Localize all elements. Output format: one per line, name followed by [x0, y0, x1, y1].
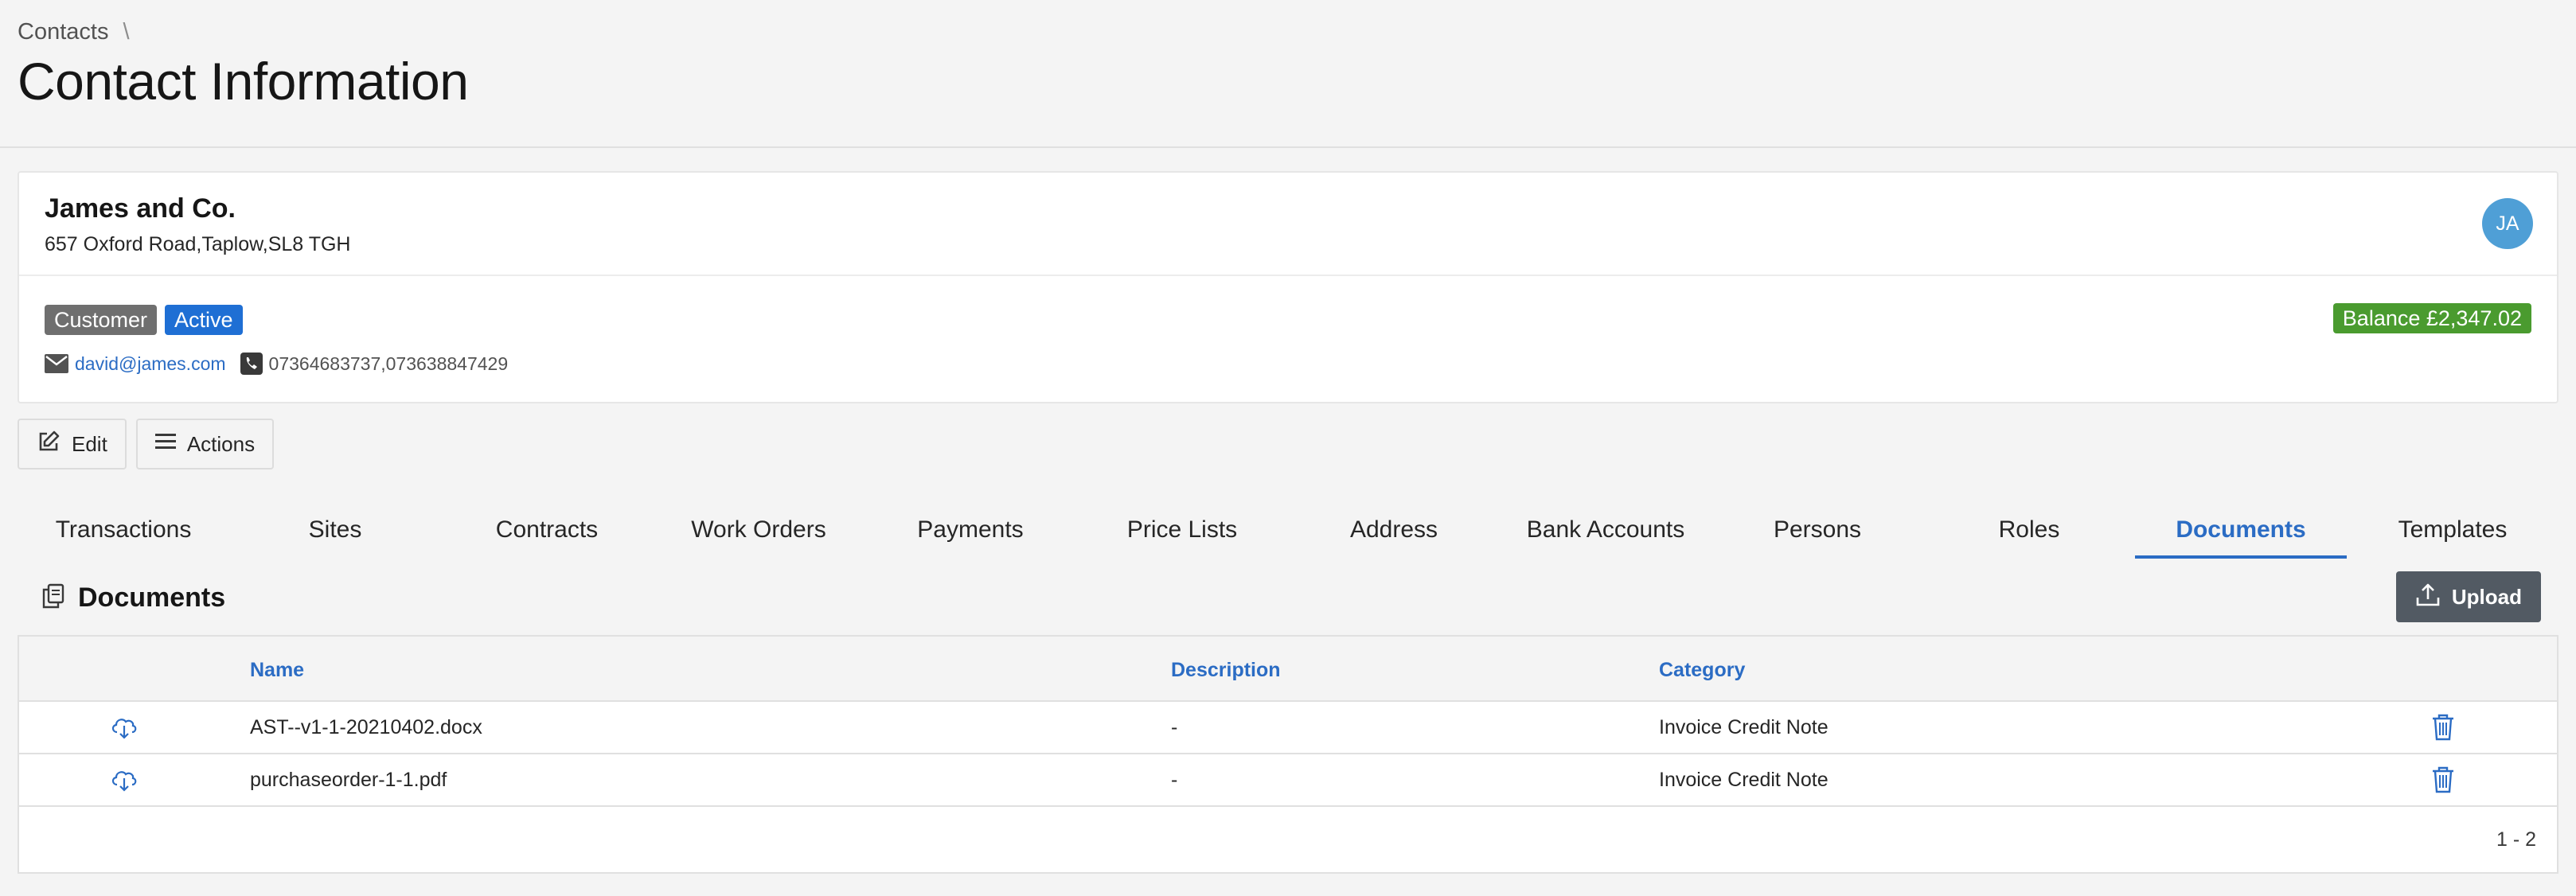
column-header-category[interactable]: Category: [1659, 659, 1745, 682]
tab-address[interactable]: Address: [1288, 501, 1500, 559]
breadcrumb: Contacts \: [18, 14, 468, 49]
trash-icon[interactable]: [2431, 713, 2455, 746]
documents-title: Documents: [78, 582, 226, 613]
balance-badge: Balance £2,347.02: [2332, 303, 2531, 333]
tab-templates[interactable]: Templates: [2347, 501, 2558, 559]
tab-work-orders[interactable]: Work Orders: [653, 501, 865, 559]
column-header-description[interactable]: Description: [1171, 659, 1281, 682]
tab-roles[interactable]: Roles: [1923, 501, 2135, 559]
documents-table: Name Description Category AST--v1-1-2021…: [18, 635, 2558, 874]
trash-icon[interactable]: [2431, 765, 2455, 798]
pencil-edit-icon: [37, 430, 60, 459]
tab-contracts[interactable]: Contracts: [441, 501, 653, 559]
tab-bank-accounts[interactable]: Bank Accounts: [1500, 501, 1711, 559]
upload-icon: [2415, 582, 2441, 613]
avatar[interactable]: JA: [2482, 198, 2533, 249]
edit-button[interactable]: Edit: [18, 419, 127, 469]
list-menu-icon: [154, 432, 176, 457]
phone-icon: [240, 353, 263, 375]
tab-documents[interactable]: Documents: [2135, 501, 2347, 559]
contact-address: 657 Oxford Road,Taplow,SL8 TGH: [45, 233, 351, 255]
actions-button[interactable]: Actions: [135, 419, 275, 469]
active-status-badge: Active: [165, 305, 243, 335]
document-category: Invoice Credit Note: [1659, 716, 1829, 738]
contact-card-header: James and Co. 657 Oxford Road,Taplow,SL8…: [19, 173, 2557, 276]
customer-tag: Customer: [45, 305, 158, 335]
breadcrumb-separator: \: [123, 18, 130, 45]
email-link[interactable]: david@james.com: [75, 353, 226, 375]
tab-price-lists[interactable]: Price Lists: [1076, 501, 1288, 559]
contact-card: James and Co. 657 Oxford Road,Taplow,SL8…: [18, 171, 2558, 403]
documents-title-group: Documents: [41, 582, 225, 614]
page-header: Contacts \ Contact Information: [18, 14, 469, 111]
tab-payments[interactable]: Payments: [865, 501, 1076, 559]
phone-numbers: 07364683737,073638847429: [268, 353, 509, 374]
envelope-icon: [45, 354, 68, 373]
upload-button-label: Upload: [2451, 584, 2522, 609]
documents-panel: Documents Upload Name Description Catego…: [18, 567, 2558, 874]
contact-name: James and Co.: [45, 193, 236, 224]
document-name[interactable]: AST--v1-1-20210402.docx: [250, 716, 482, 739]
edit-button-label: Edit: [72, 431, 107, 456]
upload-button[interactable]: Upload: [2395, 571, 2541, 622]
actions-button-label: Actions: [186, 431, 256, 456]
documents-panel-header: Documents Upload: [18, 567, 2558, 635]
tab-sites[interactable]: Sites: [229, 501, 441, 559]
table-header: Name Description Category: [19, 637, 2557, 702]
header-divider: [0, 146, 2576, 148]
document-description: -: [1171, 716, 1178, 738]
contact-tabs: Transactions Sites Contracts Work Orders…: [18, 501, 2558, 559]
document-name[interactable]: purchaseorder-1-1.pdf: [250, 769, 447, 792]
pagination-range: 1 - 2: [2496, 828, 2536, 851]
tab-transactions[interactable]: Transactions: [18, 501, 229, 559]
document-description: -: [1171, 769, 1178, 791]
table-row: purchaseorder-1-1.pdf - Invoice Credit N…: [19, 754, 2557, 807]
document-category: Invoice Credit Note: [1659, 769, 1829, 791]
contact-details: david@james.com 07364683737,073638847429: [45, 353, 508, 375]
cloud-download-icon[interactable]: [110, 767, 139, 797]
column-header-name[interactable]: Name: [250, 659, 304, 682]
breadcrumb-contacts-link[interactable]: Contacts: [18, 19, 108, 45]
cloud-download-icon[interactable]: [110, 715, 139, 744]
contact-tags: Customer Active: [45, 305, 243, 335]
tab-persons[interactable]: Persons: [1711, 501, 1923, 559]
table-row: AST--v1-1-20210402.docx - Invoice Credit…: [19, 702, 2557, 754]
copy-documents-icon: [41, 583, 65, 613]
action-buttons: Edit Actions: [18, 419, 275, 469]
page-title: Contact Information: [18, 52, 469, 111]
